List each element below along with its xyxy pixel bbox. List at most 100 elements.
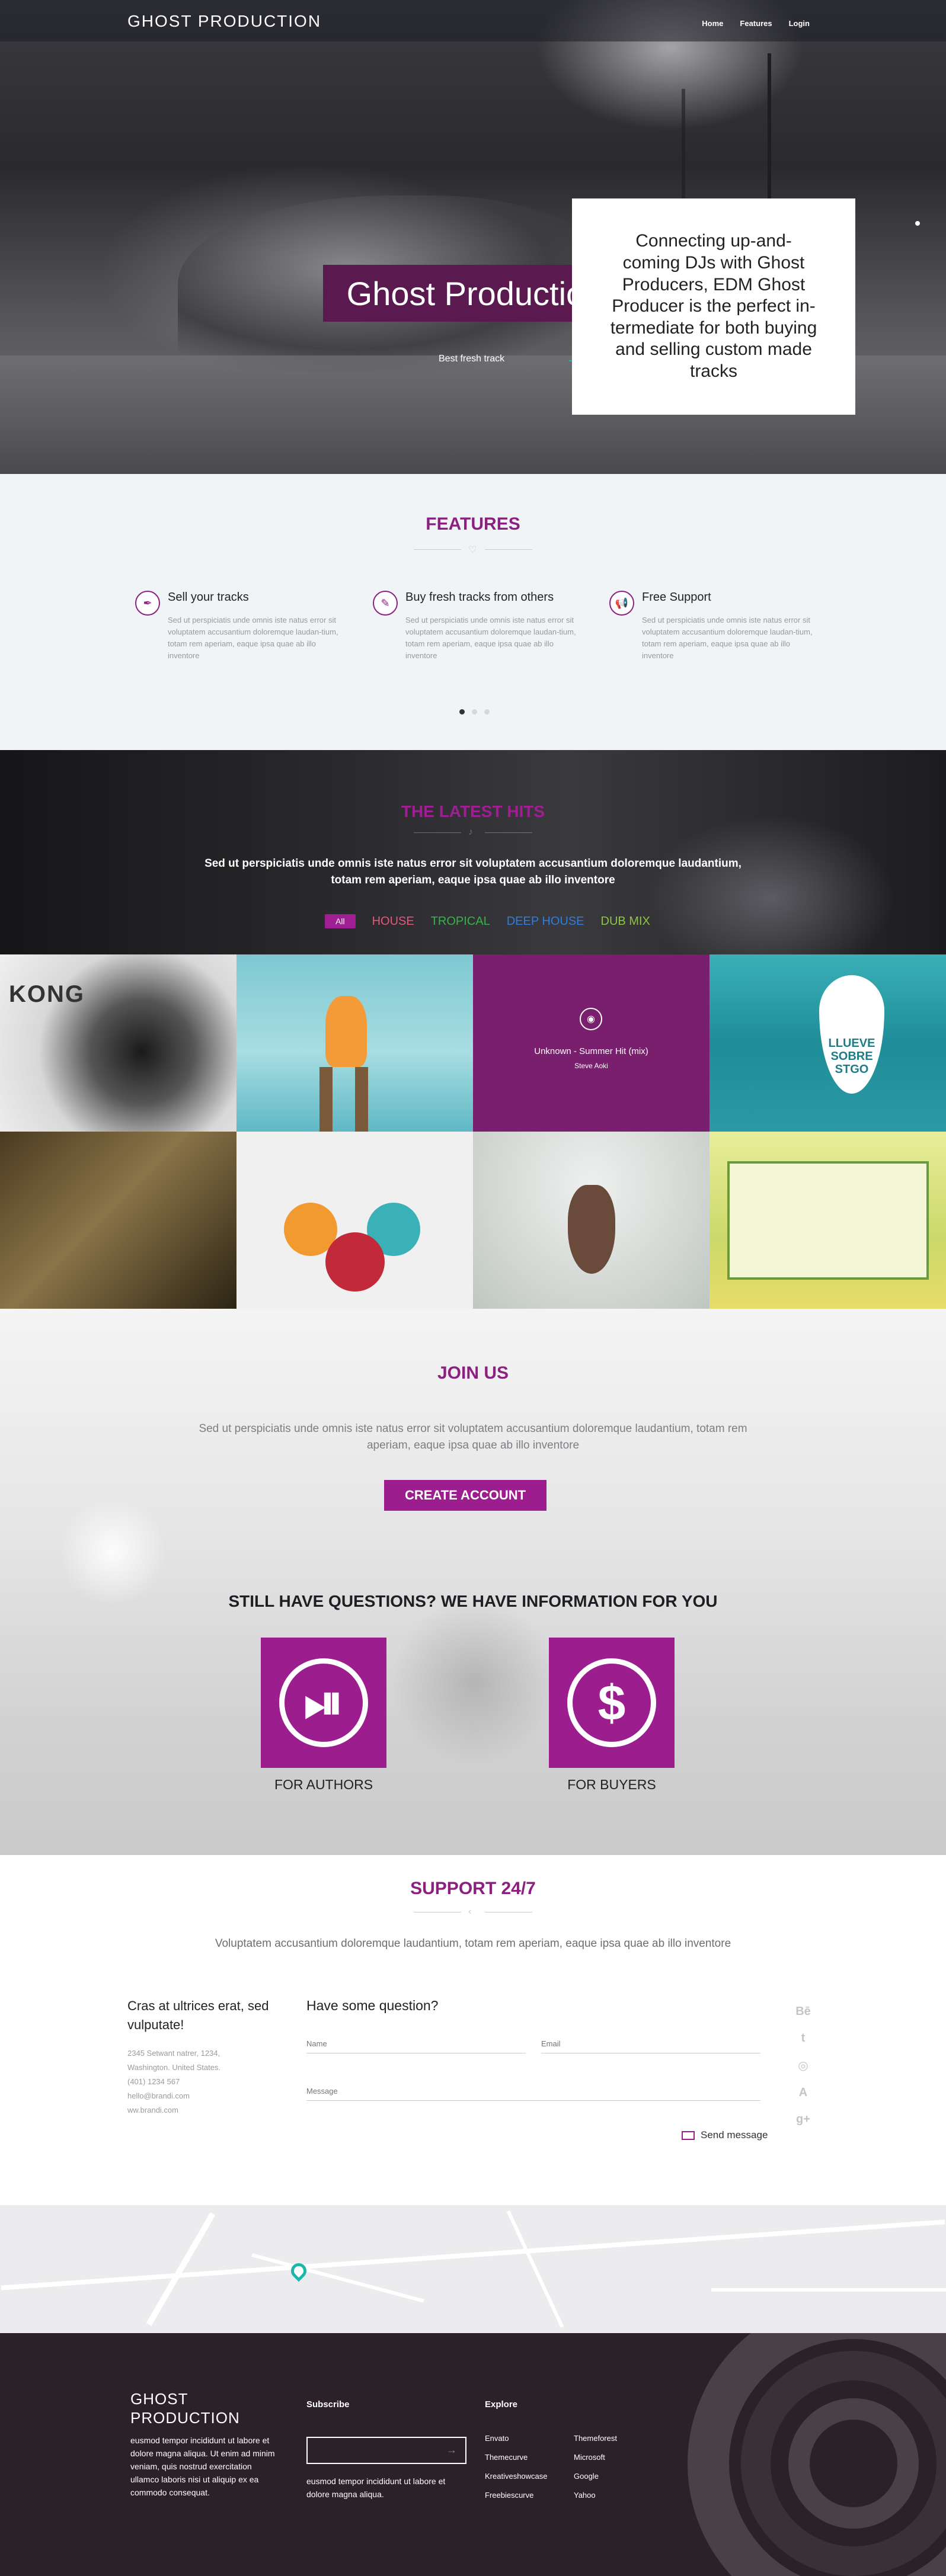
drop-text: STGO	[835, 1063, 869, 1076]
tracks-grid: KONG ◉ Unknown - Summer Hit (mix) Steve …	[0, 954, 946, 1309]
nav-features[interactable]: Features	[740, 19, 772, 28]
track-artist: Steve Aoki	[574, 1062, 608, 1070]
dribbble-icon[interactable]: ◎	[794, 2058, 812, 2073]
address-line: Washington. United States.	[127, 2063, 221, 2072]
track-tile[interactable]	[710, 1132, 946, 1309]
footer-link[interactable]: Microsoft	[574, 2453, 605, 2462]
footer-about: eusmod tempor incididunt ut labore et do…	[130, 2436, 275, 2497]
support-title: SUPPORT 24/7	[410, 1879, 536, 1898]
slider-dot-3[interactable]	[484, 709, 490, 715]
section-divider: ♡	[414, 544, 532, 556]
track-tile[interactable]	[0, 1132, 237, 1309]
drop-text: SOBRE	[830, 1050, 873, 1063]
name-field[interactable]	[306, 2032, 526, 2053]
track-tile[interactable]	[237, 954, 473, 1132]
footer-link[interactable]: Themecurve	[485, 2453, 528, 2462]
contact-info: Cras at ultrices erat, sed vulputate! 23…	[127, 1997, 282, 2117]
feature-title: Sell your tracks	[168, 591, 249, 604]
nav-home[interactable]: Home	[702, 19, 723, 28]
envelope-icon	[682, 2130, 695, 2140]
create-account-button[interactable]: CREATE ACCOUNT	[384, 1480, 546, 1511]
google-plus-icon[interactable]: g+	[794, 2113, 812, 2126]
filter-dub-mix[interactable]: DUB MIX	[601, 915, 650, 928]
hero-dot	[915, 221, 920, 226]
footer-link[interactable]: Google	[574, 2472, 599, 2481]
features-slider-dots	[459, 709, 490, 715]
drop-text: LLUEVE	[828, 1037, 875, 1050]
for-authors-box[interactable]: ⏯	[261, 1638, 386, 1768]
footer-logo-line: PRODUCTION	[130, 2409, 240, 2427]
nav-login[interactable]: Login	[789, 19, 810, 28]
post-illustration	[319, 1067, 333, 1132]
map-road	[711, 2288, 946, 2292]
feature-title: Buy fresh tracks from others	[405, 591, 554, 604]
track-tile-hover[interactable]: ◉ Unknown - Summer Hit (mix) Steve Aoki	[473, 954, 710, 1132]
section-divider: ♪	[414, 827, 532, 839]
portrait-illustration	[568, 1185, 615, 1274]
subscribe-input[interactable]: →	[306, 2437, 466, 2464]
filter-tropical[interactable]: TROPICAL	[431, 915, 490, 928]
message-field[interactable]	[306, 2080, 760, 2101]
map-road	[1, 2219, 945, 2290]
shop-illustration	[727, 1161, 929, 1280]
join-text: Sed ut perspiciatis unde omnis iste natu…	[199, 1422, 747, 1452]
swirl-decoration	[788, 2398, 919, 2529]
arrow-right-icon[interactable]: →	[446, 2444, 457, 2456]
track-tile[interactable]	[237, 1132, 473, 1309]
explore-title: Explore	[485, 2399, 518, 2410]
map-road	[506, 2210, 564, 2328]
track-title: Unknown - Summer Hit (mix)	[534, 1046, 648, 1056]
send-message-button[interactable]: Send message	[682, 2129, 768, 2141]
feature-title: Free Support	[642, 591, 711, 604]
latest-hits-title: THE LATEST HITS	[401, 802, 545, 821]
email-field[interactable]	[541, 2032, 760, 2053]
footer-link[interactable]: Kreativeshowcase	[485, 2472, 548, 2481]
footer-link[interactable]: Envato	[485, 2434, 509, 2443]
slider-dot-2[interactable]	[472, 709, 477, 715]
join-section	[0, 1309, 946, 1855]
for-buyers-label[interactable]: FOR BUYERS	[549, 1777, 675, 1793]
top-navbar: GHOST PRODUCTION Home Features Login	[0, 0, 946, 41]
site-logo[interactable]: GHOST PRODUCTION	[127, 12, 321, 31]
footer-logo[interactable]: GHOST PRODUCTION	[130, 2389, 240, 2427]
main-nav: Home Features Login	[702, 19, 810, 28]
for-buyers-box[interactable]: $	[549, 1638, 675, 1768]
post-illustration	[355, 1067, 368, 1132]
subscribe-title: Subscribe	[306, 2399, 350, 2410]
join-title: JOIN US	[437, 1363, 509, 1383]
twitter-icon[interactable]: t	[794, 2032, 812, 2045]
feature-text: Sed ut perspiciatis unde omnis iste natu…	[168, 616, 338, 660]
contact-heading: Cras at ultrices erat, sed vulputate!	[127, 1998, 269, 2032]
footer-link[interactable]: Yahoo	[574, 2491, 596, 2500]
hero-subtitle: Best fresh track	[439, 354, 505, 364]
artstation-icon[interactable]: A	[794, 2086, 812, 2100]
eye-icon[interactable]: ◉	[580, 1008, 602, 1030]
filter-all[interactable]: All	[325, 914, 356, 928]
location-map[interactable]	[0, 2205, 946, 2333]
section-divider: ‹	[414, 1907, 532, 1918]
for-authors-label[interactable]: FOR AUTHORS	[261, 1777, 386, 1793]
hero-info-card: Connecting up-and-coming DJs with Ghost …	[572, 198, 855, 415]
tile-kong-text: KONG	[9, 981, 85, 1007]
form-title: Have some question?	[306, 1998, 439, 2013]
behance-icon[interactable]: Bē	[794, 2005, 812, 2018]
track-tile[interactable]	[473, 1132, 710, 1309]
track-tile[interactable]: KONG	[0, 954, 237, 1132]
support-text: Voluptatem accusantium doloremque laudan…	[215, 1937, 731, 1950]
send-label: Send message	[701, 2129, 768, 2141]
website-link[interactable]: ww.brandi.com	[127, 2106, 178, 2114]
play-pause-icon: ⏯	[279, 1658, 368, 1747]
pencil-icon: ✎	[373, 591, 398, 616]
heart-icon: ♡	[468, 545, 477, 555]
address-line: 2345 Setwant natrer, 1234,	[127, 2049, 220, 2058]
filter-deep-house[interactable]: DEEP HOUSE	[507, 915, 584, 928]
footer-link[interactable]: Themeforest	[574, 2434, 617, 2443]
slider-dot-1[interactable]	[459, 709, 465, 715]
latest-hits-text: Sed ut perspiciatis unde omnis iste natu…	[204, 857, 742, 886]
footer-logo-line: GHOST	[130, 2390, 188, 2408]
filter-house[interactable]: HOUSE	[372, 915, 414, 928]
email-link[interactable]: hello@brandi.com	[127, 2091, 190, 2100]
track-tile[interactable]: LLUEVE SOBRE STGO	[710, 954, 946, 1132]
footer-link[interactable]: Freebiescurve	[485, 2491, 533, 2500]
drop-illustration: LLUEVE SOBRE STGO	[819, 975, 884, 1094]
